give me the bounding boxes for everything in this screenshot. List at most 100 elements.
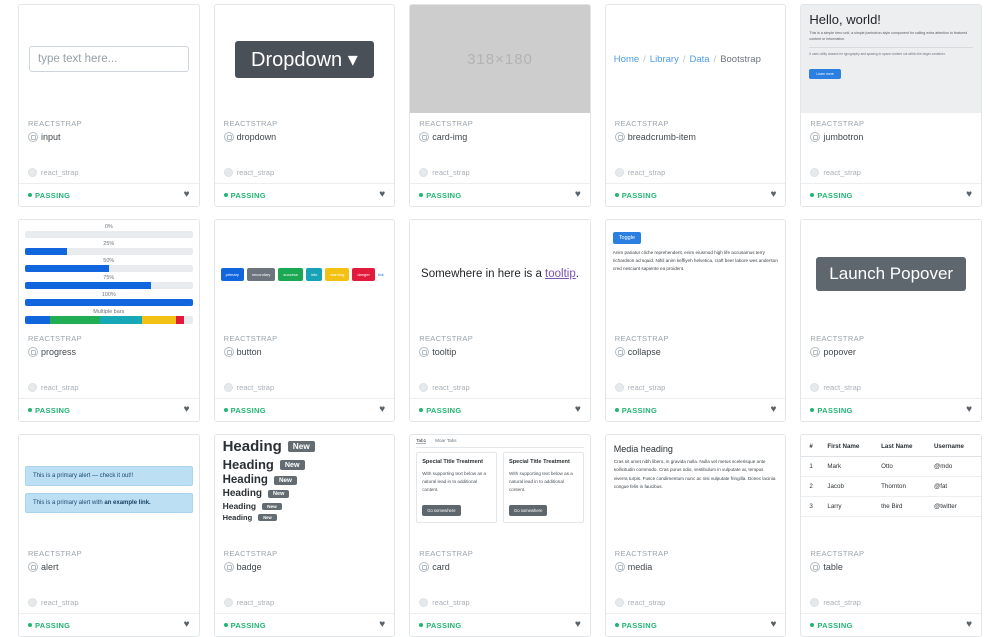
brand-label: REACTSTRAP [419,334,474,343]
mini-card-1: Special Title Treatment With supporting t… [503,452,584,523]
tag-label: react_strap [432,598,470,607]
copyright-icon [614,562,625,572]
launch-popover-button[interactable]: Launch Popover [816,257,967,291]
component-card-button[interactable]: primary secondary success info warning danger… [213,219,396,422]
heart-icon[interactable]: ♥ [770,190,776,200]
component-name: alert [41,562,59,572]
heading-label-0: Heading [222,438,282,455]
heart-icon[interactable]: ♥ [966,620,972,630]
alert-text-0: This is a primary alert — check it out!! [33,472,134,479]
status-label: PASSING [621,405,658,415]
table-header-row: # First Name Last Name Username [801,437,981,457]
progress-bar-3 [25,282,193,289]
table-cell-2: Otto [877,456,930,477]
copyright-icon [223,132,234,142]
heading-row-2: Heading New [223,474,387,486]
breadcrumb-item-0[interactable]: Home [614,54,639,65]
heart-icon[interactable]: ♥ [575,405,581,415]
component-card-progress[interactable]: 0% 25% 50% 75% 100% Multiple bars REACTSTRAP pr… [18,219,200,422]
component-card-collapse[interactable]: Toggle Anim pariatur cliche reprehenderit… [604,219,787,422]
tab-0[interactable]: Tab1 [416,438,427,444]
progress-segment-3 [142,316,176,324]
heart-icon[interactable]: ♥ [770,620,776,630]
package-icon [28,383,37,392]
status-dot-icon [28,623,32,627]
jumbotron-button[interactable]: Learn more [809,68,841,79]
heart-icon[interactable]: ♥ [379,620,385,630]
tag-row: react_strap [223,168,386,177]
tag-row: react_strap [419,383,581,392]
component-card-popover[interactable]: Launch Popover REACTSTRAP popover react_str… [800,219,982,422]
heart-icon[interactable]: ♥ [575,620,581,630]
heart-icon[interactable]: ♥ [184,620,190,630]
tab-1[interactable]: Moar Tabs [435,438,456,444]
copyright-icon [810,562,821,572]
card-preview-image: 318×180 [410,5,590,113]
mini-card-button-1[interactable]: Go somewhere [509,504,548,516]
progress-fill-1 [25,248,67,255]
mini-card-button-0[interactable]: Go somewhere [422,504,461,516]
heart-icon[interactable]: ♥ [966,405,972,415]
card-preview-collapse: Toggle Anim pariatur cliche reprehenderit… [606,220,786,328]
table-header-0: # [801,437,824,457]
search-input[interactable]: type text here... [29,46,189,72]
progress-segment-4 [175,316,185,324]
badge-new-1: New [279,459,305,470]
copyright-icon [419,562,430,572]
button-success[interactable]: success [278,267,303,281]
badge-new-0: New [287,441,315,452]
button-warning[interactable]: warning [325,267,350,281]
button-primary[interactable]: primary [220,267,244,281]
status-dot-icon [223,408,228,412]
button-danger[interactable]: danger [352,267,375,281]
heart-icon[interactable]: ♥ [379,190,385,200]
card-preview-cards: Tab1 Moar Tabs Special Title Treatment With… [410,435,590,543]
heading-label-2: Heading [222,474,268,486]
heading-label-1: Heading [222,457,274,472]
button-info[interactable]: info [305,267,323,281]
package-icon [223,383,233,392]
component-card-media[interactable]: Media heading Cras sit amet nibh libero, … [604,434,787,637]
component-card-jumbotron[interactable]: Hello, world! This is a simple hero unit,… [800,4,982,207]
component-name-row: jumbotron [810,132,972,142]
component-card-table[interactable]: # First Name Last Name Username 1 Mark Otto @md… [800,434,982,637]
heart-icon[interactable]: ♥ [770,405,776,415]
heart-icon[interactable]: ♥ [184,190,190,200]
card-footer: PASSING ♥ [410,398,590,421]
component-card-card-img[interactable]: 318×180 REACTSTRAP card-img react_strap PASS… [409,4,591,207]
progress-multi-bar [25,316,193,324]
heart-icon[interactable]: ♥ [379,405,385,415]
card-preview-tooltip: Somewhere in here is a tooltip. [410,220,590,328]
breadcrumb-item-1[interactable]: Library [650,54,679,65]
component-name: jumbotron [823,132,864,142]
tag-label: react_strap [41,598,79,607]
heart-icon[interactable]: ♥ [184,405,190,415]
component-card-tooltip[interactable]: Somewhere in here is a tooltip. REACTSTRA… [409,219,591,422]
tooltip-trigger-link[interactable]: tooltip [545,268,576,280]
copyright-icon [419,132,430,142]
component-card-alert[interactable]: This is a primary alert — check it out!!… [18,434,200,637]
card-preview-jumbotron: Hello, world! This is a simple hero unit,… [801,5,981,113]
card-preview-popover: Launch Popover [801,220,981,328]
tooltip-text-before: Somewhere in here is a [421,268,546,280]
dropdown-button[interactable]: Dropdown ▾ [235,40,374,78]
alert-0: This is a primary alert — check it out!! [25,465,193,486]
heart-icon[interactable]: ♥ [966,190,972,200]
heart-icon[interactable]: ♥ [575,190,581,200]
component-card-badge[interactable]: Heading New Heading New Heading New Heading New… [213,434,396,637]
component-card-input[interactable]: type text here... REACTSTRAP input react_st… [18,4,200,207]
component-card-card[interactable]: Tab1 Moar Tabs Special Title Treatment With… [409,434,591,637]
status-dot-icon [223,623,228,627]
package-icon [223,168,233,177]
collapse-toggle-button[interactable]: Toggle [612,232,642,244]
status-badge: PASSING [28,191,70,200]
component-card-breadcrumb-item[interactable]: Home / Library / Data / Bootstrap REACTSTRAP bre… [604,4,787,207]
button-secondary[interactable]: secondary [246,267,276,281]
breadcrumb-item-2[interactable]: Data [689,54,709,65]
component-card-dropdown[interactable]: Dropdown ▾ REACTSTRAP dropdown react_strap P… [213,4,396,207]
alert-link-1[interactable]: an example link. [104,500,150,506]
heading-row-4: Heading New [223,501,387,511]
table-cell-3: @fat [929,476,981,497]
tag-row: react_strap [810,383,972,392]
button-link[interactable]: link [378,272,384,277]
